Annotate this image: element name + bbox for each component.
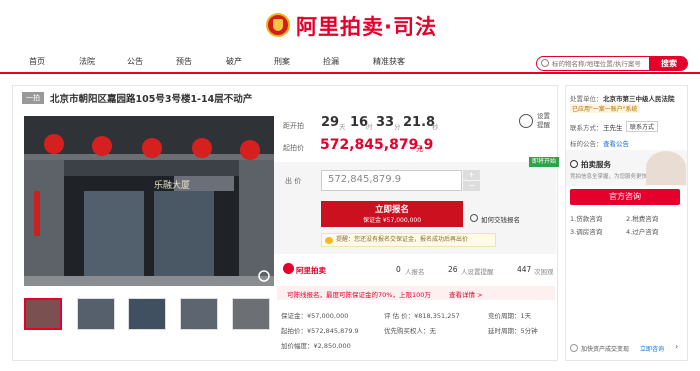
watch-count-label: 次围观 xyxy=(534,268,554,276)
official-consult-button[interactable]: 官方咨询 xyxy=(570,189,680,205)
installment-bar: 可陈线报名，最度可陈保证金的70%，上限100万 查看详情 > xyxy=(277,286,555,300)
bid-increase-button[interactable]: + xyxy=(463,170,480,180)
site-logo[interactable]: 阿里拍卖·司法 xyxy=(296,11,437,41)
nav-item-notice[interactable]: 公告 xyxy=(127,56,143,67)
nav-item-preview[interactable]: 预告 xyxy=(176,56,192,67)
register-button[interactable]: 立即报名 保证金 ¥57,000,000 xyxy=(321,201,463,227)
bid-amount-field[interactable]: 572,845,879.9 xyxy=(321,170,462,191)
search-icon xyxy=(541,59,549,67)
building-sign: 乐融大厦 xyxy=(154,181,191,191)
nav-item-home[interactable]: 首页 xyxy=(29,56,45,67)
nav-item-bankruptcy[interactable]: 破产 xyxy=(226,56,242,67)
detail-bid-period: 竞价周期：1天 xyxy=(488,312,532,320)
search-box xyxy=(536,56,650,71)
detail-deposit: 保证金：¥57,000,000 xyxy=(281,312,349,320)
status-badge: 即将开始 xyxy=(529,157,560,167)
set-reminder-link[interactable]: 设置提醒 xyxy=(537,112,553,130)
detail-increment: 加价幅度：¥2,850,000 xyxy=(281,342,351,350)
contact-name: 王先生 xyxy=(603,124,623,132)
how-to-pay-link[interactable]: 如何交钱报名 xyxy=(481,214,520,224)
thumbnail[interactable] xyxy=(232,298,270,330)
disposal-unit-label: 处置单位： xyxy=(570,95,603,103)
auction-round-tag: 一拍 xyxy=(22,92,44,104)
contact-info-button[interactable]: 联系方式 xyxy=(626,121,659,132)
signup-notice-text: 提醒：您还没有报名交保证金，报名成功后再出价 xyxy=(336,236,469,243)
asset-promo-text: 加快资产成交变现 xyxy=(581,346,630,353)
detail-start-price: 起拍价：¥572,845,879.9 xyxy=(281,327,359,335)
disposal-unit-name[interactable]: 北京市第三中级人民法院 xyxy=(603,93,675,103)
loan-consult-link[interactable]: 1.贷款咨询 xyxy=(570,213,602,223)
court-emblem-icon xyxy=(266,13,290,37)
thumbnail[interactable] xyxy=(128,298,166,330)
clock-icon[interactable] xyxy=(519,114,533,128)
installment-text: 可陈线报名，最度可陈保证金的70%，上限100万 xyxy=(287,291,431,299)
bid-label: 出 价 xyxy=(285,177,302,185)
signup-notice: 提醒：您还没有报名交保证金，报名成功后再出价 xyxy=(321,233,496,247)
asset-consult-link[interactable]: 立即咨询 xyxy=(640,344,664,353)
countdown-seconds: 21.8 xyxy=(403,115,436,130)
watch-count: 447 xyxy=(517,265,532,274)
chevron-right-icon[interactable]: › xyxy=(675,342,678,351)
detail-priority: 优先购买权人：无 xyxy=(384,327,436,335)
asset-icon xyxy=(570,344,578,352)
register-button-label: 立即报名 xyxy=(374,205,409,215)
help-icon xyxy=(470,214,478,222)
search-input[interactable] xyxy=(552,58,648,69)
tax-consult-link[interactable]: 2.税费咨询 xyxy=(626,213,658,223)
countdown-seconds-unit: 秒 xyxy=(432,123,439,131)
search-button[interactable]: 搜索 xyxy=(650,56,688,71)
transfer-consult-link[interactable]: 4.过户咨询 xyxy=(626,226,658,236)
signup-count: 0 xyxy=(396,265,401,274)
item-notice-link[interactable]: 查看公告 xyxy=(603,138,629,148)
countdown-label: 距开拍 xyxy=(283,122,304,130)
countdown-days-unit: 天 xyxy=(339,123,346,131)
countdown-hours-unit: 时 xyxy=(366,123,373,131)
nav-item-bargain[interactable]: 捡漏 xyxy=(323,56,339,67)
start-price-label: 起拍价 xyxy=(283,144,304,152)
reminder-count-label: 人设置提醒 xyxy=(461,268,494,276)
countdown-minutes-unit: 分 xyxy=(394,123,401,131)
detail-delay-period: 延时周期：5分钟 xyxy=(488,327,538,335)
nav-item-customer[interactable]: 精准获客 xyxy=(373,56,405,67)
header: 阿里拍卖·司法 xyxy=(0,0,700,50)
service-title: 拍卖服务 xyxy=(581,160,611,169)
headset-icon xyxy=(570,160,578,168)
account-system-badge: 已应用"一案一账户"系统 xyxy=(570,104,640,113)
thumbnail[interactable] xyxy=(24,298,62,330)
countdown-minutes: 33 xyxy=(376,115,395,130)
detail-appraisal: 评 估 价：¥818,351,257 xyxy=(384,312,460,320)
ali-auction-logo-icon xyxy=(283,263,294,274)
item-title: 北京市朝阳区嘉园路105号3号楼1-14层不动产 xyxy=(50,94,253,105)
contact-label: 联系方式： xyxy=(570,124,603,132)
service-description: 竞拍信息全掌握，为您服务更快捷 xyxy=(570,174,653,180)
nav-item-court[interactable]: 法院 xyxy=(79,56,95,67)
nav-item-criminal[interactable]: 刑案 xyxy=(274,56,290,67)
thumbnail[interactable] xyxy=(77,298,115,330)
service-agent-avatar xyxy=(646,151,686,185)
bid-decrease-button[interactable]: − xyxy=(463,181,480,191)
main-photo[interactable]: 乐融大厦 xyxy=(24,116,274,286)
item-notice-label: 标的公告： xyxy=(570,140,603,148)
reminder-count: 26 xyxy=(448,265,458,274)
thumbnail[interactable] xyxy=(180,298,218,330)
bulb-icon xyxy=(325,237,333,244)
countdown-days: 29 xyxy=(321,115,340,130)
ali-auction-brand: 阿里拍卖 xyxy=(296,266,326,275)
installment-link[interactable]: 查看详情 > xyxy=(449,289,483,299)
deposit-amount: 保证金 ¥57,000,000 xyxy=(362,217,422,224)
building-photo-image xyxy=(24,116,274,286)
signup-count-label: 人报名 xyxy=(405,268,425,276)
housing-consult-link[interactable]: 3.调房咨询 xyxy=(570,226,602,236)
start-price-unit: 元 xyxy=(416,145,423,153)
